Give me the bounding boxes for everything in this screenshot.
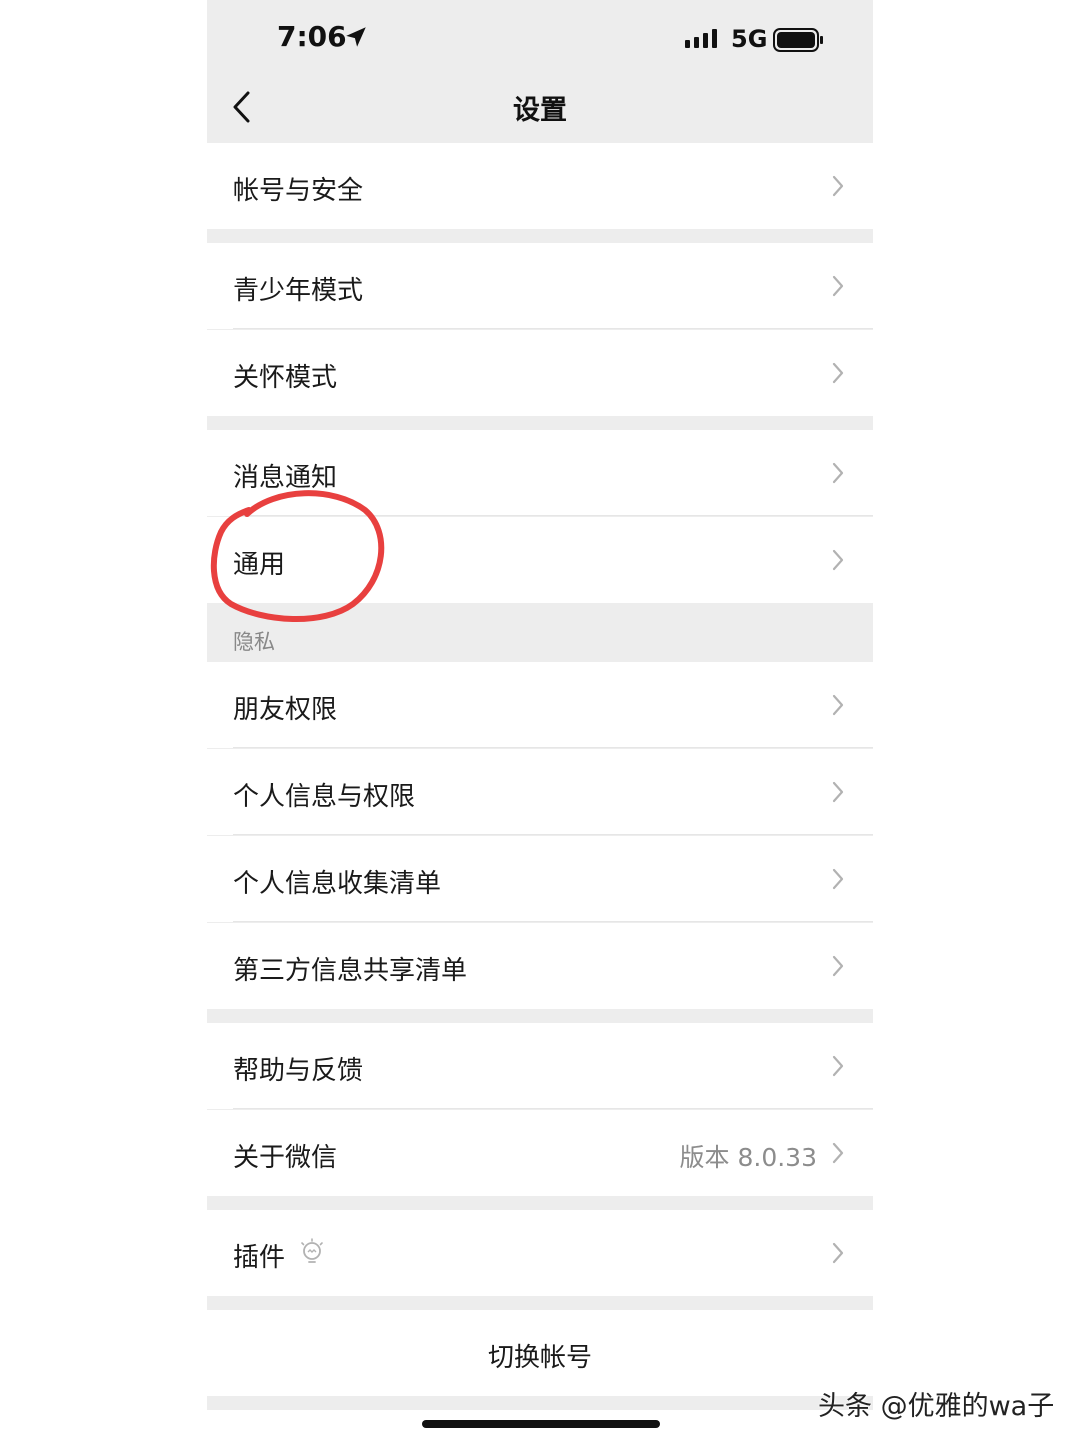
row-teen-mode[interactable]: 青少年模式 [207,243,873,329]
row-help-feedback[interactable]: 帮助与反馈 [207,1023,873,1109]
red-circle-annotation [210,490,385,622]
chevron-right-icon [832,549,844,571]
row-label: 个人信息收集清单 [233,869,442,899]
chevron-right-icon [832,462,844,484]
switch-account-label: 切换帐号 [487,1343,592,1373]
chevron-right-icon [832,1142,844,1164]
chevron-right-icon [832,868,844,890]
section-header-privacy: 隐私 [233,630,275,654]
row-label: 个人信息与权限 [233,782,416,812]
row-personal-info-collection[interactable]: 个人信息收集清单 [207,836,873,922]
chevron-right-icon [832,275,844,297]
phone-screen: 7:06 5G 设置 帐号与安全 青少年模式 关怀模式 消息通知 通用 隐私 朋… [207,0,873,1440]
chevron-right-icon [832,781,844,803]
chevron-right-icon [832,362,844,384]
version-value: 版本 8.0.33 [679,1143,817,1172]
row-label: 朋友权限 [233,695,338,725]
row-about-wechat[interactable]: 关于微信 版本 8.0.33 [207,1110,873,1196]
divider [233,328,873,329]
divider [233,1108,873,1109]
row-label: 青少年模式 [233,276,364,306]
row-third-party-sharing[interactable]: 第三方信息共享清单 [207,923,873,1009]
chevron-right-icon [832,694,844,716]
row-label: 关于微信 [233,1143,338,1173]
home-indicator [422,1420,660,1428]
switch-account-button[interactable]: 切换帐号 [207,1310,873,1396]
row-personal-info-permissions[interactable]: 个人信息与权限 [207,749,873,835]
watermark: 头条 @优雅的wa子 [818,1391,1055,1422]
network-label: 5G [731,25,768,53]
row-friend-permissions[interactable]: 朋友权限 [207,662,873,748]
signal-icon [685,29,717,48]
divider [233,747,873,748]
location-arrow-icon [346,27,366,47]
row-plugins[interactable]: 插件 [207,1210,873,1296]
row-label: 插件 [233,1243,286,1273]
row-label: 帐号与安全 [233,176,364,206]
row-label: 关怀模式 [233,363,338,393]
row-account-security[interactable]: 帐号与安全 [207,143,873,229]
divider [233,834,873,835]
lightbulb-icon [301,1238,323,1263]
page-title: 设置 [513,95,567,126]
chevron-right-icon [832,1055,844,1077]
divider [233,921,873,922]
battery-icon [773,28,823,52]
screenshot-stage: 7:06 5G 设置 帐号与安全 青少年模式 关怀模式 消息通知 通用 隐私 朋… [0,0,1080,1440]
chevron-right-icon [832,175,844,197]
row-label: 第三方信息共享清单 [233,956,468,986]
chevron-right-icon [832,955,844,977]
row-care-mode[interactable]: 关怀模式 [207,330,873,416]
status-time: 7:06 [277,20,347,53]
row-label: 帮助与反馈 [233,1056,364,1086]
chevron-right-icon [832,1242,844,1264]
